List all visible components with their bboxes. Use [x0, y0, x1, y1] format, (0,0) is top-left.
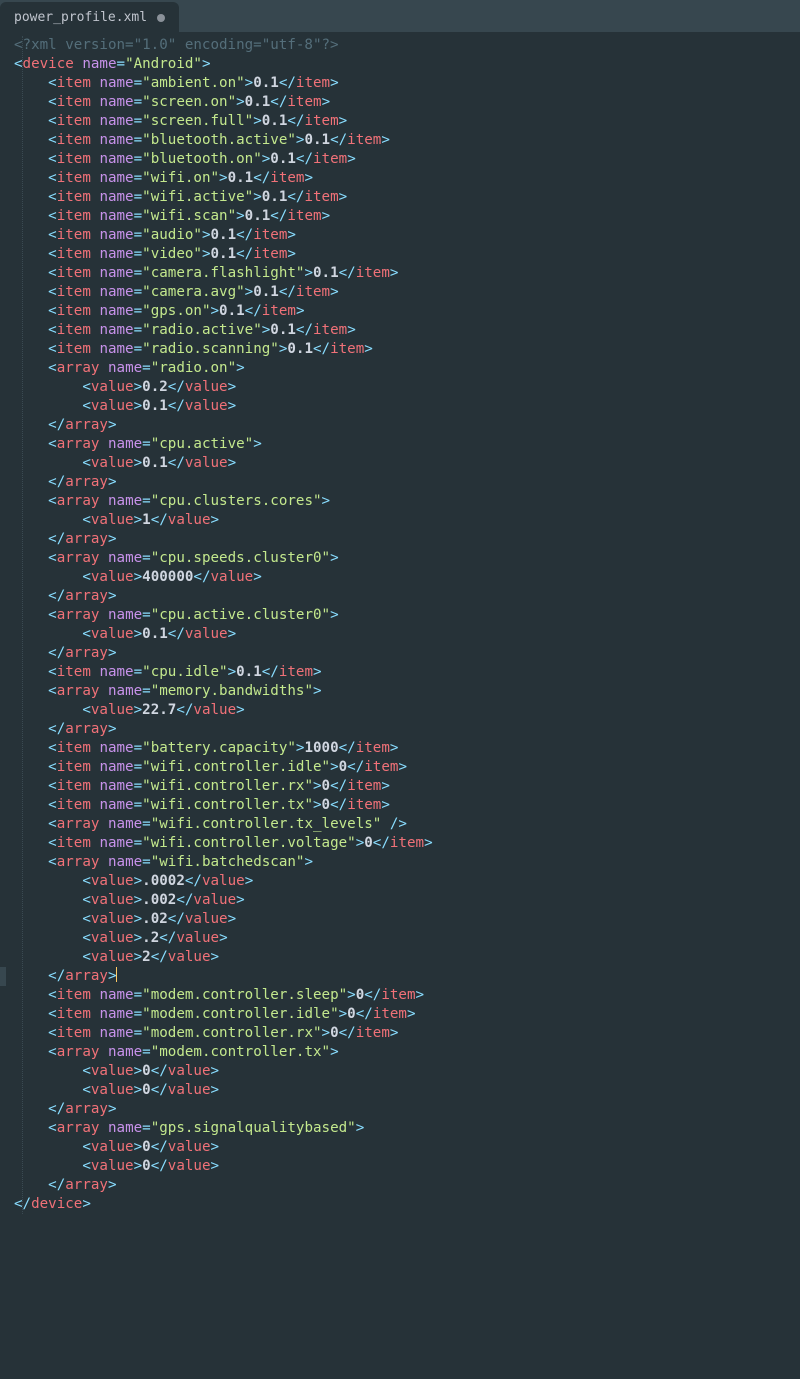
- modified-indicator-icon: [157, 14, 165, 22]
- file-tab-label: power_profile.xml: [14, 8, 147, 27]
- line-highlight: [0, 967, 6, 986]
- tab-bar: power_profile.xml: [0, 0, 800, 32]
- code-editor[interactable]: <?xml version="1.0" encoding="utf-8"?> <…: [0, 32, 800, 1226]
- indent-guide: [22, 36, 23, 1214]
- code-content: <?xml version="1.0" encoding="utf-8"?> <…: [14, 36, 800, 1214]
- file-tab[interactable]: power_profile.xml: [0, 2, 179, 32]
